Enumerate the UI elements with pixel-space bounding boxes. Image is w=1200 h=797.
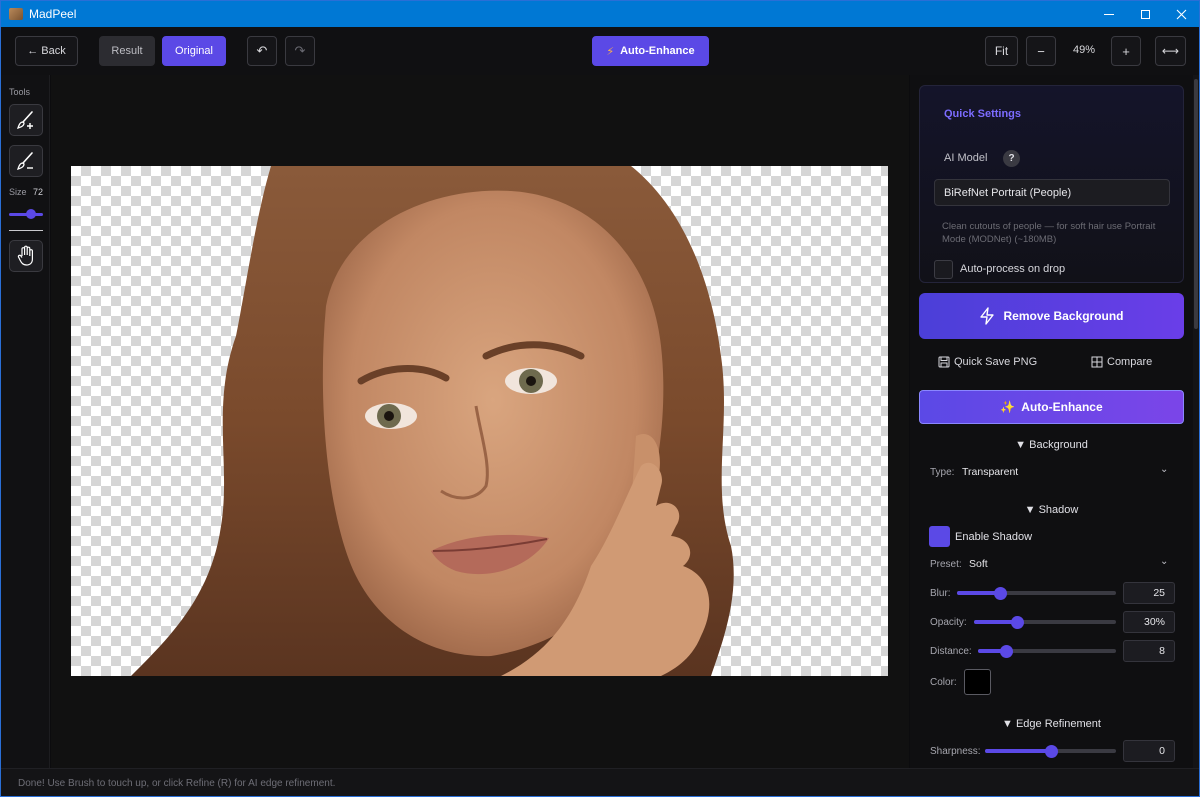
compare-icon xyxy=(1091,356,1103,368)
edge-refinement-header[interactable]: ▼ Edge Refinement xyxy=(919,718,1184,730)
expand-button[interactable]: ⟷ xyxy=(1155,36,1186,66)
back-button[interactable]: ← Back xyxy=(15,36,78,66)
opacity-value-input[interactable]: 30% xyxy=(1123,611,1175,633)
lightning-icon xyxy=(980,307,995,325)
enable-shadow-label: Enable Shadow xyxy=(955,531,1033,543)
bg-type-select[interactable]: Transparent xyxy=(962,466,1018,478)
shadow-section-header[interactable]: ▼ Shadow xyxy=(919,504,1184,516)
status-bar: Done! Use Brush to touch up, or click Re… xyxy=(1,768,1199,796)
zoom-in-button[interactable]: + xyxy=(1111,36,1141,66)
blur-label: Blur: xyxy=(930,588,951,599)
panel-scroll-thumb[interactable] xyxy=(1194,79,1198,329)
shadow-color-swatch[interactable] xyxy=(964,669,991,695)
chevron-down-icon[interactable]: ⌄ xyxy=(1160,464,1168,475)
portrait-image xyxy=(131,166,734,676)
pan-tool[interactable] xyxy=(9,240,43,272)
chevron-down-icon[interactable]: ⌄ xyxy=(1160,556,1168,567)
lightning-icon: ⚡ xyxy=(606,45,615,58)
sharpness-value-input[interactable]: 0 xyxy=(1123,740,1175,762)
auto-process-label: Auto-process on drop xyxy=(960,263,1066,275)
sharpness-label: Sharpness: xyxy=(930,746,981,757)
brush-add-tool[interactable] xyxy=(9,104,43,136)
sparkle-icon: ✨ xyxy=(1000,400,1016,414)
window-title: MadPeel xyxy=(29,7,77,21)
close-icon xyxy=(1176,9,1186,19)
status-message: Done! Use Brush to touch up, or click Re… xyxy=(18,778,336,789)
brush-erase-icon xyxy=(16,152,33,171)
enable-shadow-checkbox[interactable] xyxy=(929,526,950,547)
redo-icon: ↷ xyxy=(294,43,306,58)
blur-slider-thumb[interactable] xyxy=(994,587,1007,600)
undo-button[interactable]: ↶ xyxy=(247,36,277,66)
quick-save-button[interactable]: Quick Save PNG xyxy=(938,356,1037,368)
top-toolbar: ← Back Result Original ↶ ↷ ⚡ Auto-Enhanc… xyxy=(1,27,1199,75)
app-window: MadPeel ← Back Result Original ↶ ↷ ⚡ Aut… xyxy=(0,0,1200,797)
ai-model-select[interactable]: BiRefNet Portrait (People) xyxy=(934,179,1170,206)
ai-model-label: AI Model xyxy=(944,152,988,164)
fit-button[interactable]: Fit xyxy=(985,36,1018,66)
maximize-icon xyxy=(1140,9,1150,19)
sharpness-slider-thumb[interactable] xyxy=(1045,745,1058,758)
window-controls xyxy=(1091,1,1199,27)
opacity-label: Opacity: xyxy=(930,617,967,628)
image-preview[interactable] xyxy=(71,166,888,676)
maximize-button[interactable] xyxy=(1127,1,1163,27)
minimize-icon xyxy=(1104,13,1114,15)
tools-heading: Tools xyxy=(9,87,31,97)
preset-select[interactable]: Soft xyxy=(969,558,988,570)
brush-erase-tool[interactable] xyxy=(9,145,43,177)
zoom-level: 49% xyxy=(1073,44,1096,56)
compare-label: Compare xyxy=(1107,356,1153,368)
help-icon[interactable]: ? xyxy=(1003,150,1020,167)
original-toggle[interactable]: Original xyxy=(162,36,226,66)
redo-button[interactable]: ↷ xyxy=(285,36,315,66)
expand-icon: ⟷ xyxy=(1161,44,1180,58)
auto-enhance-top-label: Auto-Enhance xyxy=(620,45,695,57)
quick-save-label: Quick Save PNG xyxy=(954,356,1038,368)
hand-icon xyxy=(17,245,33,266)
bg-type-label: Type: xyxy=(930,467,955,478)
size-label: Size xyxy=(9,187,27,197)
result-toggle[interactable]: Result xyxy=(99,36,155,66)
distance-label: Distance: xyxy=(930,646,972,657)
save-icon xyxy=(938,356,950,368)
compare-button[interactable]: Compare xyxy=(1091,356,1152,368)
settings-panel: Quick Settings AI Model ? BiRefNet Portr… xyxy=(910,75,1199,768)
opacity-slider-thumb[interactable] xyxy=(1011,616,1024,629)
brush-add-icon xyxy=(16,111,33,130)
close-button[interactable] xyxy=(1163,1,1199,27)
preset-label: Preset: xyxy=(930,559,962,570)
tools-divider xyxy=(9,230,43,231)
size-slider-thumb[interactable] xyxy=(26,209,36,219)
auto-enhance-top-button[interactable]: ⚡ Auto-Enhance xyxy=(592,36,709,66)
app-icon xyxy=(9,8,23,20)
size-value: 72 xyxy=(33,187,44,197)
remove-background-button[interactable]: Remove Background xyxy=(919,293,1184,339)
auto-process-checkbox[interactable] xyxy=(934,260,953,279)
title-bar: MadPeel xyxy=(1,1,1199,27)
canvas-area[interactable] xyxy=(51,75,909,768)
tool-strip: Tools Size 72 xyxy=(1,75,50,768)
auto-enhance-label: Auto-Enhance xyxy=(1021,400,1103,414)
quick-settings-card: Quick Settings AI Model ? BiRefNet Portr… xyxy=(919,85,1184,283)
model-description: Clean cutouts of people — for soft hair … xyxy=(942,221,1156,245)
blur-value-input[interactable]: 25 xyxy=(1123,582,1175,604)
background-section-header[interactable]: ▼ Background xyxy=(919,439,1184,451)
distance-slider-thumb[interactable] xyxy=(1000,645,1013,658)
auto-enhance-button[interactable]: ✨ Auto-Enhance xyxy=(919,390,1184,424)
zoom-out-button[interactable]: − xyxy=(1026,36,1056,66)
distance-value-input[interactable]: 8 xyxy=(1123,640,1175,662)
remove-background-label: Remove Background xyxy=(1003,309,1124,323)
quick-settings-title: Quick Settings xyxy=(944,108,1022,120)
minimize-button[interactable] xyxy=(1091,1,1127,27)
sharpness-slider-fill xyxy=(985,749,1051,753)
color-label: Color: xyxy=(930,677,957,688)
undo-icon: ↶ xyxy=(256,43,268,58)
